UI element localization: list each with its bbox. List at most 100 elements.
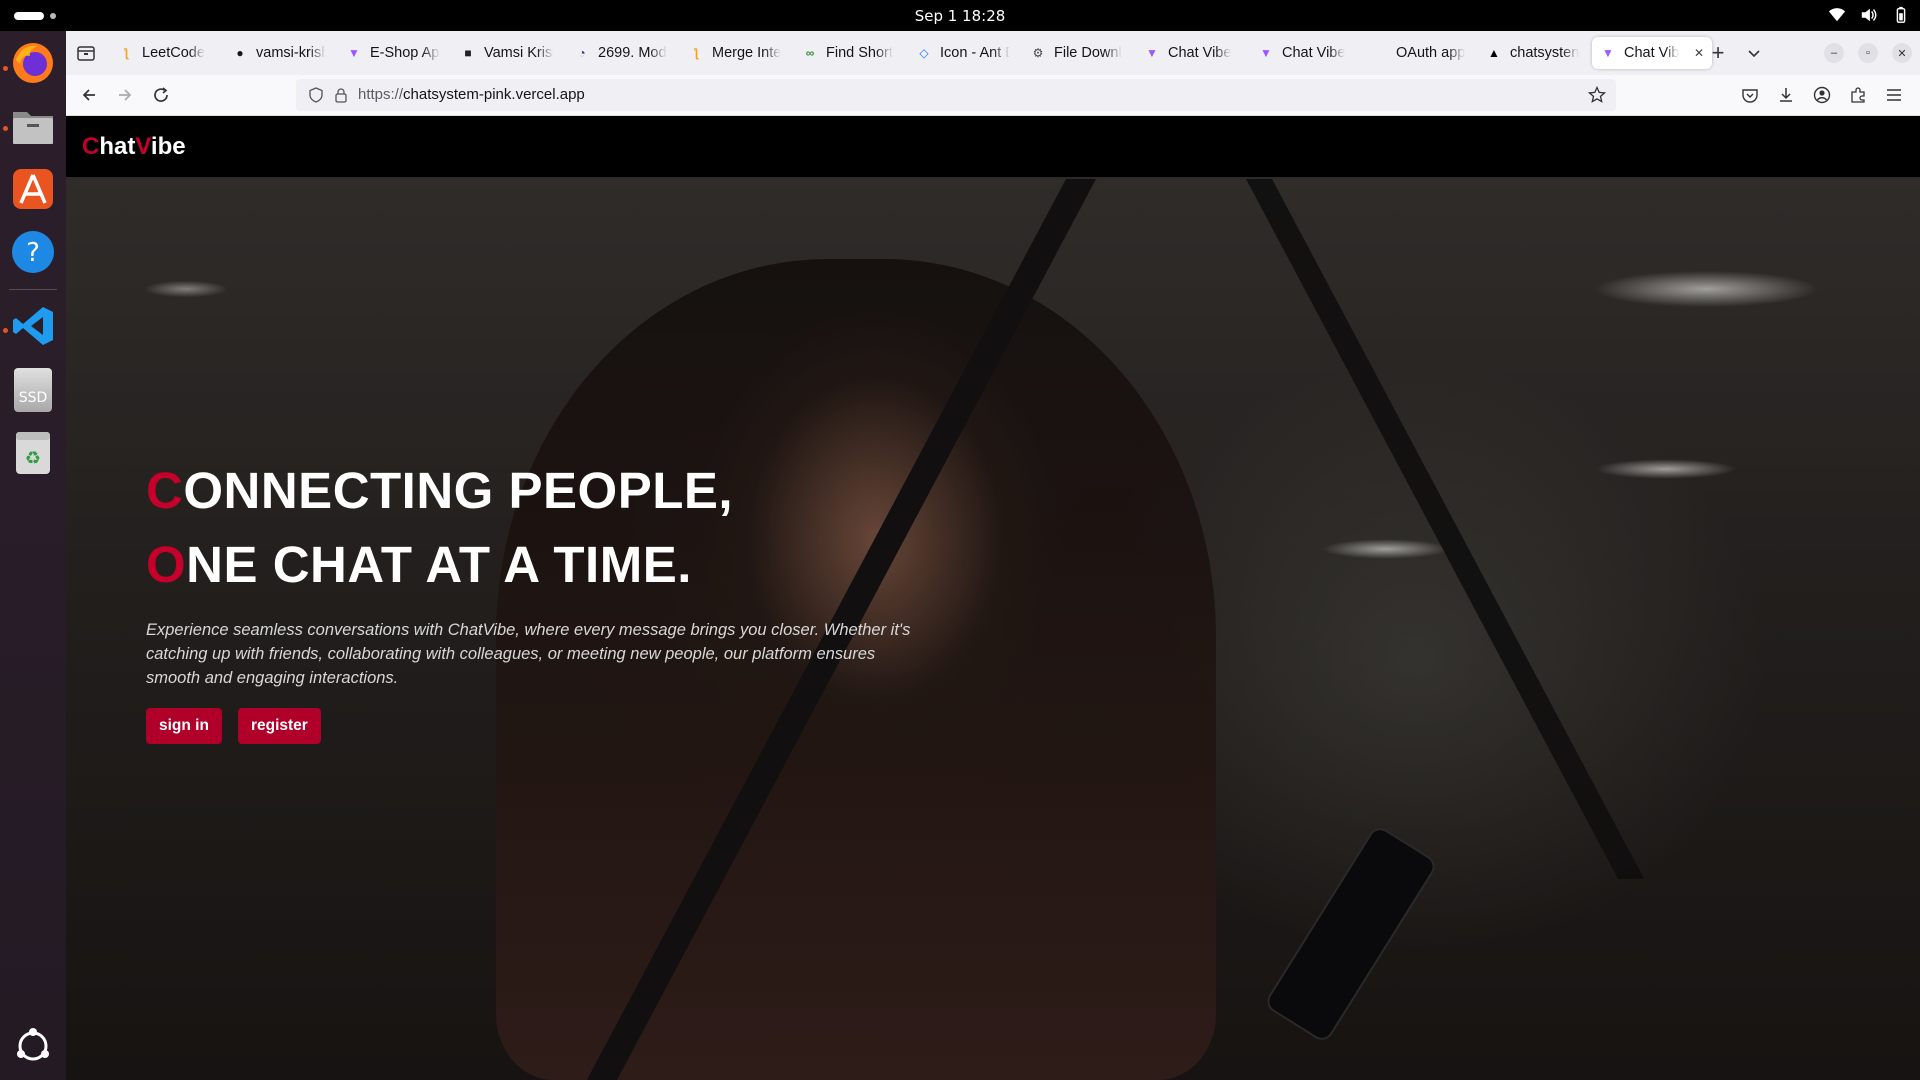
headline-accent-letter: C: [146, 462, 184, 519]
puzzle-icon: [1851, 87, 1865, 103]
files-icon[interactable]: [8, 101, 58, 151]
minimize-button[interactable]: –: [1824, 43, 1844, 63]
shield-icon[interactable]: [308, 87, 324, 103]
account-icon: [1813, 86, 1831, 104]
leetcode-icon: ƪ: [123, 46, 129, 60]
lock-icon[interactable]: [334, 87, 348, 103]
firefox-view-icon[interactable]: [76, 43, 96, 63]
navigation-toolbar: https://chatsystem-pink.vercel.app: [66, 75, 1920, 116]
forward-button[interactable]: [114, 84, 136, 106]
logo-ibe: ibe: [150, 133, 186, 160]
browser-tab[interactable]: ● vamsi-krish: [224, 37, 334, 69]
headline-text: NE CHAT AT A TIME.: [186, 536, 692, 593]
close-window-button[interactable]: ✕: [1892, 43, 1912, 63]
downloads-button[interactable]: [1775, 84, 1797, 106]
show-apps-icon[interactable]: [8, 1021, 58, 1071]
tab-title: LeetCode: [142, 45, 205, 61]
help-icon[interactable]: ?: [8, 227, 58, 277]
close-tab-icon[interactable]: ✕: [1694, 46, 1704, 60]
tab-title: 2699. Mod: [598, 45, 667, 61]
logo-hat: hat: [99, 133, 136, 160]
browser-tab[interactable]: ƪ Merge Inte: [680, 37, 790, 69]
vscode-icon[interactable]: [8, 301, 58, 351]
browser-tab[interactable]: ∞ Find Short: [794, 37, 904, 69]
browser-tab[interactable]: ◔ 2699. Mod: [566, 37, 676, 69]
browser-tab[interactable]: ▲ chatsysten: [1478, 37, 1588, 69]
browser-tab[interactable]: ■ Vamsi Krish: [452, 37, 562, 69]
vite-icon: ▼: [1260, 46, 1272, 60]
vite-icon: ▼: [1146, 46, 1158, 60]
dark-square-icon: ■: [464, 46, 472, 60]
maximize-button[interactable]: ▫: [1858, 43, 1878, 63]
pocket-icon: [1742, 89, 1758, 103]
browser-tab[interactable]: ◇ Icon - Ant D: [908, 37, 1018, 69]
hero-buttons: sign in register: [146, 708, 946, 744]
url-scheme: https://: [358, 86, 404, 103]
tab-title: Chat Vibe: [1282, 45, 1346, 61]
new-tab-button[interactable]: +: [1706, 37, 1730, 69]
battery-icon[interactable]: [1892, 6, 1910, 24]
tab-title: E-Shop App: [370, 45, 440, 61]
chatvibe-logo[interactable]: ChatVibe: [82, 133, 186, 161]
hero-headline-line-1: CONNECTING PEOPLE,: [146, 454, 946, 528]
browser-tab[interactable]: OAuth app: [1364, 37, 1474, 69]
tab-strip: ƪ LeetCode ● vamsi-krish ▼ E-Shop App ■ Vamsi K…: [66, 31, 1920, 75]
tab-title: Icon - Ant D: [940, 45, 1010, 61]
browser-tab[interactable]: ⚙ File Downl: [1022, 37, 1132, 69]
ssd-label: SSD: [18, 390, 48, 406]
svg-text:♻: ♻: [25, 448, 41, 469]
leetcode-icon: ƪ: [693, 46, 699, 60]
url-text[interactable]: https://chatsystem-pink.vercel.app: [358, 86, 585, 103]
wifi-icon[interactable]: [1828, 6, 1846, 24]
arrow-left-icon: [82, 89, 95, 101]
trash-icon[interactable]: ♻: [8, 428, 58, 478]
download-icon: [1780, 88, 1792, 102]
dock-separator: [9, 289, 57, 290]
sign-in-button[interactable]: sign in: [146, 708, 222, 744]
gear-icon: ⚙: [1032, 46, 1044, 60]
pocket-button[interactable]: [1739, 84, 1761, 106]
reload-button[interactable]: [150, 84, 172, 106]
browser-tab[interactable]: ▼ E-Shop App: [338, 37, 448, 69]
firefox-window: ƪ LeetCode ● vamsi-krish ▼ E-Shop App ■ Vamsi K…: [66, 31, 1920, 1080]
browser-tab[interactable]: ƪ LeetCode: [110, 37, 220, 69]
browser-tab[interactable]: ▼ Chat Vib ✕: [1592, 37, 1712, 69]
hero-content: CONNECTING PEOPLE, ONE CHAT AT A TIME. E…: [146, 454, 946, 744]
url-host: chatsystem-pink.vercel.app: [403, 86, 585, 103]
site-header: ChatVibe: [66, 116, 1920, 179]
tab-title: Vamsi Krish: [484, 45, 554, 61]
back-button[interactable]: [78, 84, 100, 106]
volume-icon[interactable]: [1860, 6, 1878, 24]
gauge-icon: ◔: [578, 46, 586, 60]
menu-button[interactable]: [1883, 84, 1905, 106]
extensions-button[interactable]: [1847, 84, 1869, 106]
tab-title: Chat Vibe: [1168, 45, 1232, 61]
antd-icon: ◇: [919, 46, 929, 60]
tab-title: OAuth app: [1396, 45, 1466, 61]
headline-text: ONNECTING PEOPLE,: [183, 462, 734, 519]
browser-tab[interactable]: ▼ Chat Vibe: [1136, 37, 1246, 69]
ssd-drive-icon[interactable]: SSD: [8, 365, 58, 415]
chevron-down-icon: [1748, 50, 1760, 58]
hero-section: CONNECTING PEOPLE, ONE CHAT AT A TIME. E…: [66, 179, 1920, 1080]
hamburger-menu-icon: [1887, 89, 1901, 101]
browser-tab[interactable]: ▼ Chat Vibe: [1250, 37, 1360, 69]
hero-description: Experience seamless conversations with C…: [146, 621, 911, 687]
register-button[interactable]: register: [237, 708, 321, 744]
system-top-bar: Sep 1 18:28: [0, 0, 1920, 31]
account-button[interactable]: [1811, 84, 1833, 106]
clock[interactable]: Sep 1 18:28: [0, 7, 1920, 25]
star-bookmark-icon[interactable]: [1588, 86, 1606, 104]
reload-icon: [154, 87, 168, 102]
app-center-icon[interactable]: [8, 164, 58, 214]
ubuntu-dock: ? SSD ♻: [0, 31, 66, 1080]
tab-title: vamsi-krish: [256, 45, 326, 61]
logo-c: C: [82, 133, 100, 160]
tab-title: Merge Inte: [712, 45, 782, 61]
firefox-icon[interactable]: [8, 38, 58, 88]
logo-v: V: [135, 133, 151, 160]
system-tray[interactable]: [1828, 6, 1910, 24]
url-bar[interactable]: https://chatsystem-pink.vercel.app: [296, 79, 1616, 111]
tab-title: File Downl: [1054, 45, 1122, 61]
list-all-tabs-button[interactable]: [1746, 37, 1762, 69]
